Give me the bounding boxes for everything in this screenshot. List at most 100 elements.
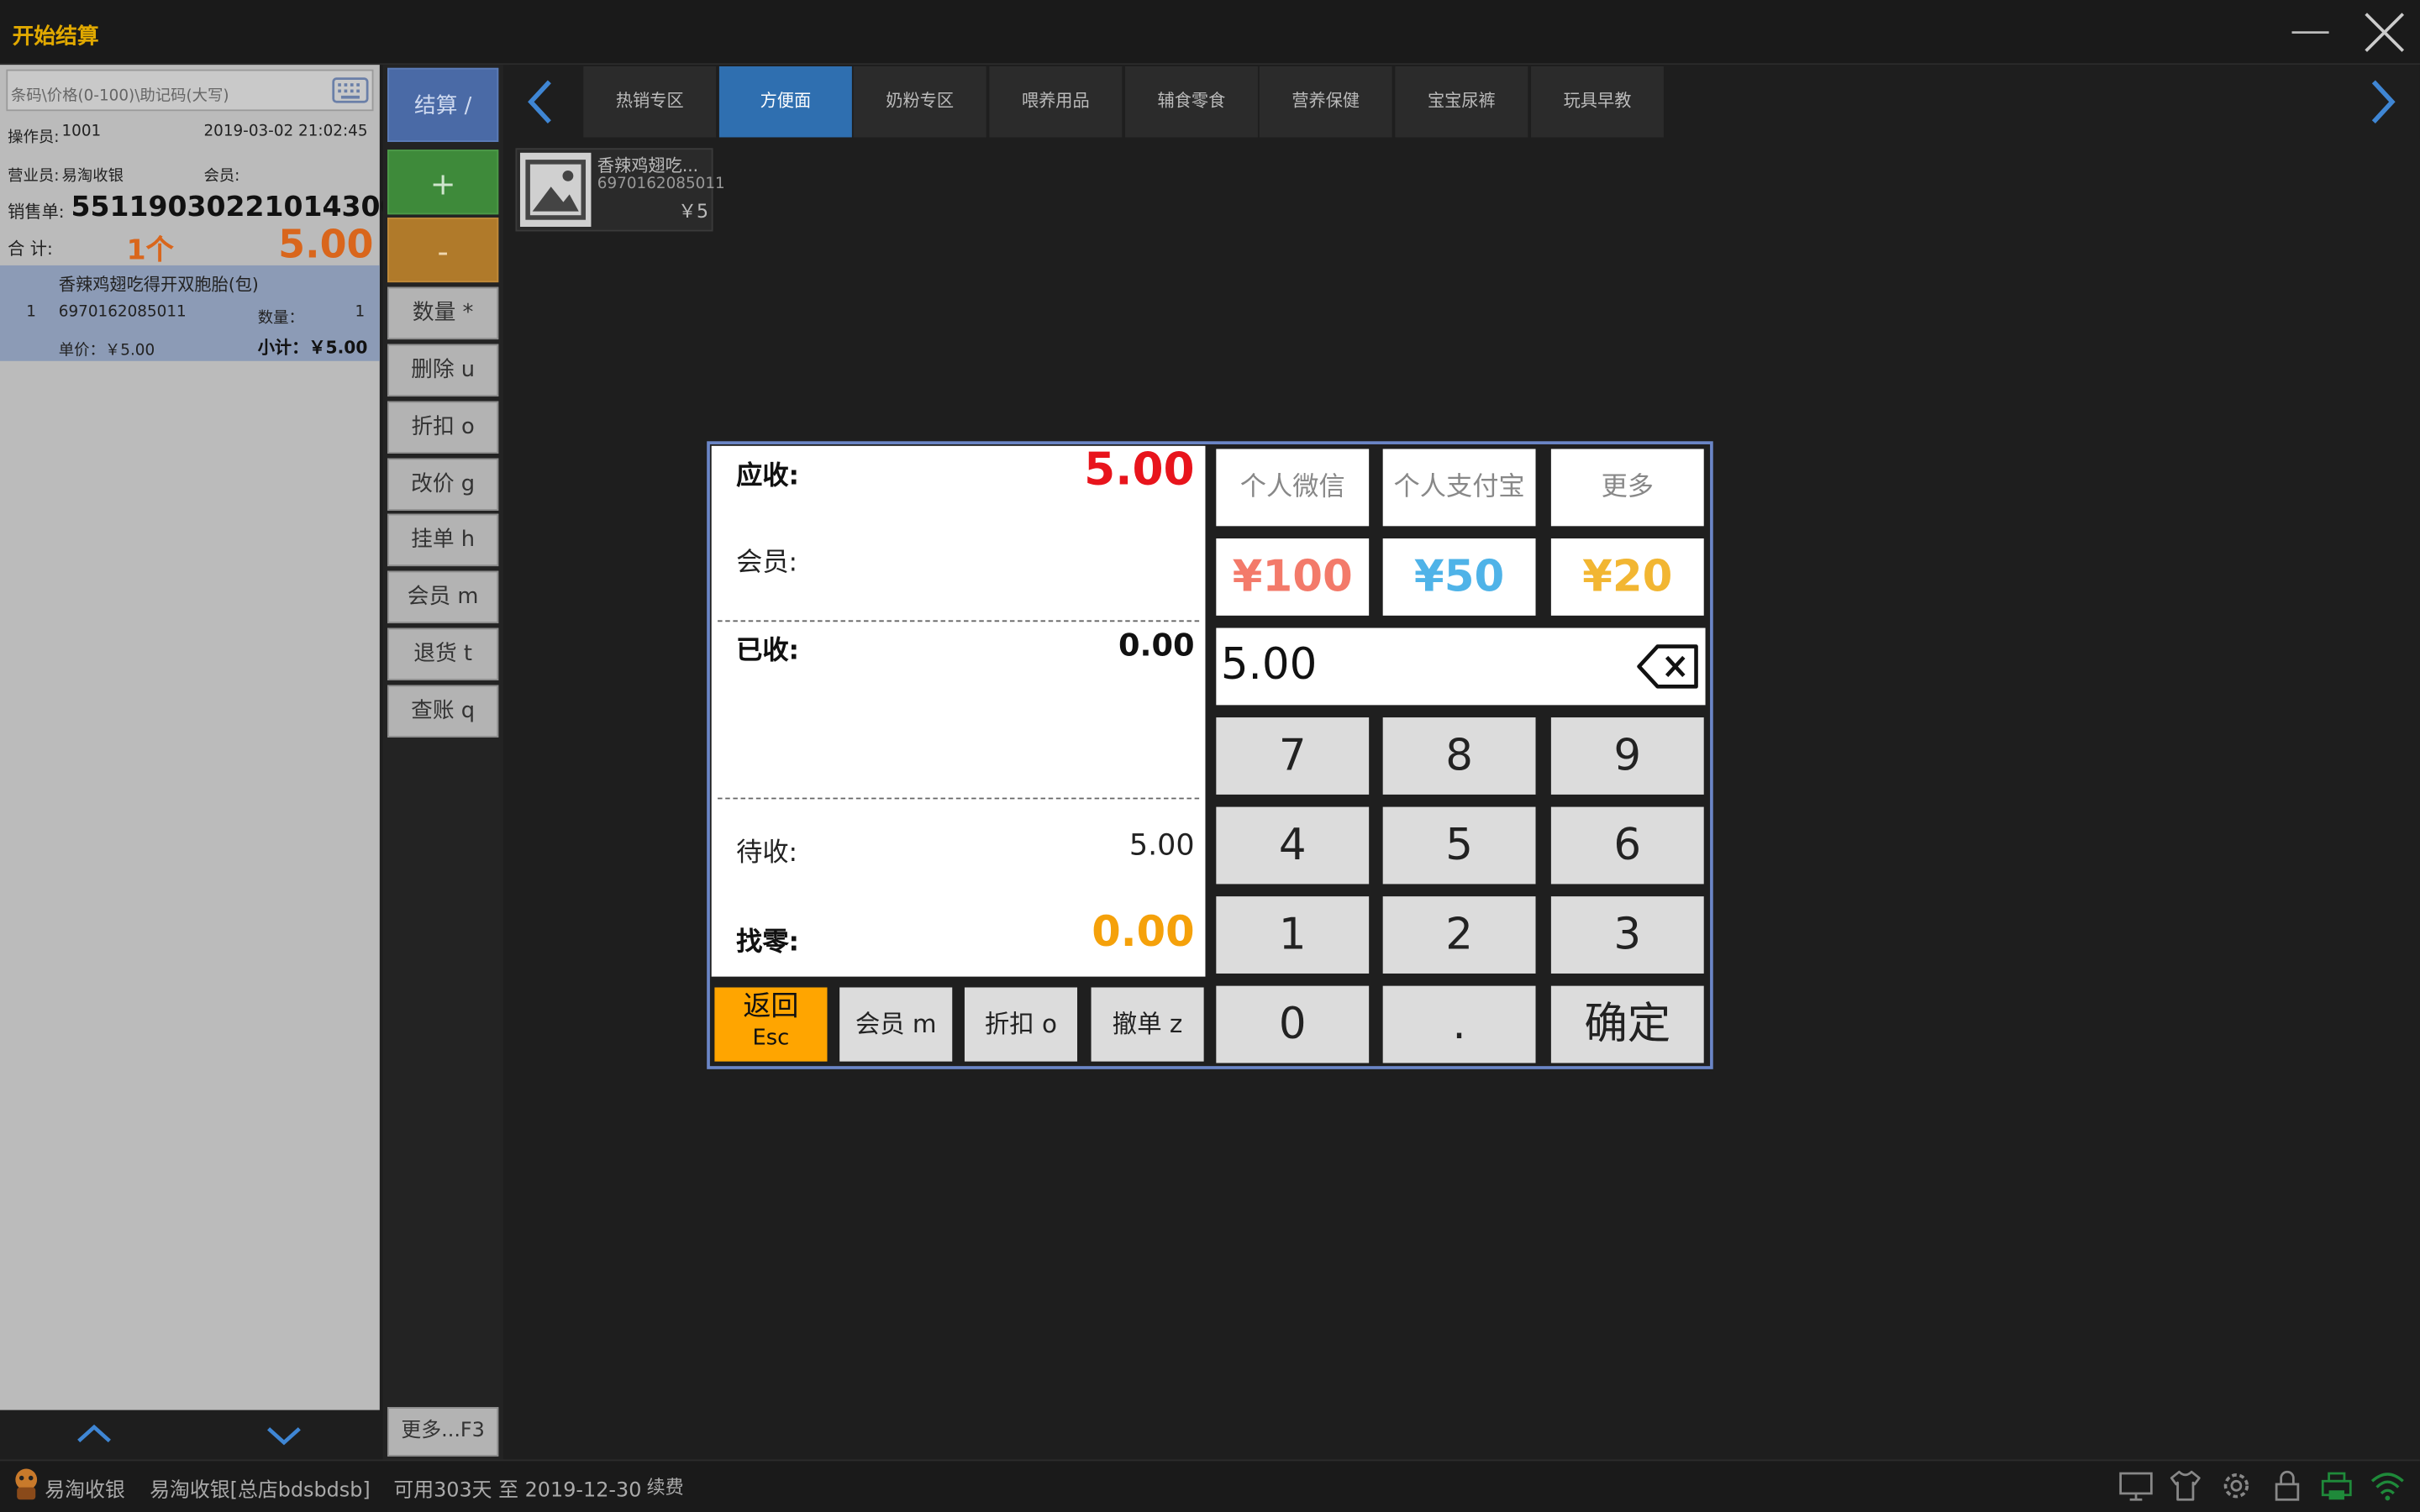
dialog-member-button[interactable]: 会员 m — [839, 987, 953, 1062]
key-7[interactable]: 7 — [1216, 717, 1370, 795]
tab-feeding[interactable]: 喂养用品 — [989, 66, 1123, 138]
checkout-button[interactable]: 结算 / — [387, 67, 499, 142]
qty-plus-button[interactable]: + — [387, 150, 499, 215]
tab-diapers[interactable]: 宝宝尿裤 — [1395, 66, 1528, 138]
key-0[interactable]: 0 — [1216, 985, 1370, 1063]
total-amount: 5.00 — [278, 222, 374, 267]
divider — [718, 797, 1200, 800]
category-prev-icon[interactable] — [522, 77, 559, 127]
item-subtotal: 小计：￥5.00 — [257, 338, 368, 359]
sales-label: 营业员: — [8, 168, 60, 186]
cash-100-button[interactable]: ¥100 — [1216, 538, 1370, 616]
tab-toys[interactable]: 玩具早教 — [1531, 66, 1664, 138]
change-amount: 0.00 — [1092, 908, 1195, 957]
operator-label: 操作员: — [8, 129, 60, 147]
receivable-amount: 5.00 — [1084, 443, 1195, 496]
key-8[interactable]: 8 — [1382, 717, 1536, 795]
cash-20-button[interactable]: ¥20 — [1550, 538, 1704, 616]
renew-link[interactable]: 续费 — [647, 1473, 684, 1499]
more-button[interactable]: 更多...F3 — [387, 1407, 499, 1457]
discount-button[interactable]: 折扣 o — [387, 401, 499, 454]
product-barcode: 6970162085011 — [597, 176, 725, 193]
divider — [718, 620, 1200, 622]
total-label: 合 计: — [8, 239, 53, 260]
received-label: 已收: — [736, 635, 800, 667]
scroll-up-icon[interactable] — [74, 1420, 114, 1451]
refund-button[interactable]: 退货 t — [387, 627, 499, 680]
back-button[interactable]: 返回 Esc — [714, 987, 828, 1062]
keyboard-icon[interactable] — [332, 76, 369, 105]
alipay-button[interactable]: 个人支付宝 — [1382, 449, 1536, 527]
tab-nutrition[interactable]: 营养保健 — [1259, 66, 1392, 138]
received-amount: 0.00 — [1118, 626, 1195, 664]
item-name: 香辣鸡翅吃得开双胞胎(包) — [58, 274, 259, 295]
lock-icon[interactable] — [2269, 1467, 2306, 1504]
monitor-icon[interactable] — [2118, 1467, 2154, 1504]
key-2[interactable]: 2 — [1382, 896, 1536, 974]
qty-minus-button[interactable]: - — [387, 217, 499, 283]
minimize-icon[interactable] — [2287, 9, 2333, 55]
dialog-discount-button[interactable]: 折扣 o — [964, 987, 1078, 1062]
change-label: 找零: — [736, 927, 800, 958]
reprice-button[interactable]: 改价 g — [387, 458, 499, 511]
audit-button[interactable]: 查账 q — [387, 685, 499, 738]
order-label: 销售单: — [8, 202, 65, 223]
printer-icon[interactable] — [2318, 1467, 2355, 1504]
payment-summary — [711, 445, 1206, 977]
cancel-order-button[interactable]: 撤单 z — [1091, 987, 1204, 1062]
gear-icon[interactable] — [2217, 1467, 2254, 1504]
license-info: 可用303天 至 2019-12-30 — [393, 1479, 642, 1503]
item-index: 1 — [26, 303, 36, 322]
key-dot[interactable]: . — [1382, 985, 1536, 1063]
pending-amount: 5.00 — [1128, 828, 1195, 863]
wifi-icon[interactable] — [2369, 1467, 2406, 1504]
dialog-member-label: 会员: — [736, 548, 798, 579]
search-placeholder: 条码\价格(0-100)\助记码(大写) — [10, 87, 229, 105]
wechat-pay-button[interactable]: 个人微信 — [1216, 449, 1370, 527]
category-next-icon[interactable] — [2365, 77, 2402, 127]
key-3[interactable]: 3 — [1550, 896, 1704, 974]
app-name: 易淘收银 — [45, 1479, 125, 1503]
back-key-label: Esc — [752, 1026, 790, 1051]
product-name: 香辣鸡翅吃... — [597, 155, 699, 176]
key-5[interactable]: 5 — [1382, 806, 1536, 885]
receivable-label: 应收: — [736, 461, 800, 492]
tab-instant-noodles[interactable]: 方便面 — [718, 66, 852, 138]
image-placeholder-icon — [519, 152, 592, 227]
key-4[interactable]: 4 — [1216, 806, 1370, 885]
key-9[interactable]: 9 — [1550, 717, 1704, 795]
datetime: 2019-03-02 21:02:45 — [203, 123, 368, 141]
close-icon[interactable] — [2358, 6, 2410, 58]
cart-nav — [0, 1410, 380, 1460]
member-button[interactable]: 会员 m — [387, 570, 499, 624]
hold-order-button[interactable]: 挂单 h — [387, 513, 499, 567]
backspace-icon[interactable] — [1636, 642, 1701, 691]
member-label: 会员: — [203, 168, 240, 186]
item-price: 单价：￥5.00 — [58, 342, 155, 360]
scroll-down-icon[interactable] — [264, 1420, 304, 1451]
tab-milk-powder[interactable]: 奶粉专区 — [853, 66, 986, 138]
total-count: 1个 — [126, 234, 174, 267]
cash-50-button[interactable]: ¥50 — [1382, 538, 1536, 616]
confirm-button[interactable]: 确定 — [1550, 985, 1704, 1063]
item-qty: 1 — [355, 303, 366, 322]
key-6[interactable]: 6 — [1550, 806, 1704, 885]
shirt-icon[interactable] — [2167, 1467, 2204, 1504]
window-title: 开始结算 — [12, 24, 99, 50]
store-name: 易淘收银[总店bdsbdsb] — [150, 1479, 371, 1503]
item-barcode: 6970162085011 — [58, 303, 187, 322]
item-qty-label: 数量： — [257, 310, 304, 328]
back-label: 返回 — [743, 990, 799, 1023]
quantity-button[interactable]: 数量 * — [387, 286, 499, 340]
tab-hot[interactable]: 热销专区 — [583, 66, 717, 138]
product-price: ￥5 — [677, 200, 709, 223]
key-1[interactable]: 1 — [1216, 896, 1370, 974]
pending-label: 待收: — [736, 837, 798, 869]
sales-value: 易淘收银 — [61, 168, 124, 186]
delete-button[interactable]: 删除 u — [387, 344, 499, 397]
tab-snacks[interactable]: 辅食零食 — [1124, 66, 1258, 138]
app-logo-icon — [11, 1467, 42, 1501]
title-bar — [0, 0, 2420, 66]
operator-value: 1001 — [61, 123, 102, 141]
more-pay-button[interactable]: 更多 — [1550, 449, 1704, 527]
